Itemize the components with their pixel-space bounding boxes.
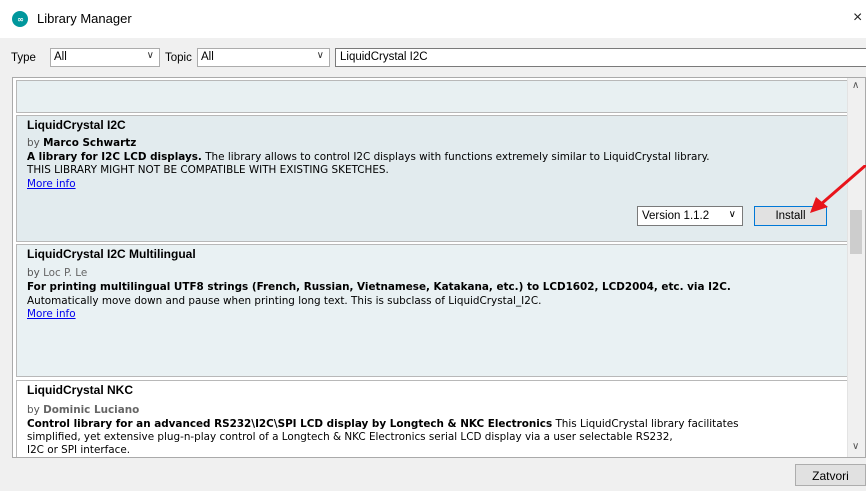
- topic-select-value: All: [201, 51, 214, 63]
- library-item-liquidcrystal-i2c-multilingual[interactable]: LiquidCrystal I2C Multilingual by Loc P.…: [16, 244, 848, 377]
- title-bar: ∞ Library Manager ×: [0, 0, 866, 38]
- type-select[interactable]: All ∨: [50, 48, 160, 67]
- scroll-down-icon[interactable]: ∨: [852, 441, 859, 452]
- chevron-down-icon: ∨: [316, 50, 324, 61]
- library-name: LiquidCrystal NKC: [27, 383, 134, 397]
- more-info-link[interactable]: More info: [27, 308, 76, 321]
- library-description: A library for I2C LCD displays. The libr…: [27, 151, 710, 163]
- library-description-continued: I2C or SPI interface.: [27, 444, 131, 456]
- library-name: LiquidCrystal I2C: [27, 118, 126, 132]
- author-name: Dominic Luciano: [43, 404, 140, 416]
- scroll-up-icon[interactable]: ∧: [852, 80, 859, 91]
- vertical-scrollbar[interactable]: ∧ ∨: [847, 78, 865, 457]
- arduino-logo-icon: ∞: [12, 11, 28, 27]
- search-input[interactable]: LiquidCrystal I2C: [335, 48, 866, 67]
- author-name: Marco Schwartz: [43, 137, 137, 149]
- version-select[interactable]: Version 1.1.2 ∨: [637, 206, 743, 226]
- library-author: by Dominic Luciano: [27, 404, 140, 416]
- chevron-down-icon: ∨: [146, 50, 154, 61]
- annotation-arrow-icon: [810, 165, 866, 213]
- library-list[interactable]: LiquidCrystal I2C by Marco Schwartz A li…: [12, 77, 866, 458]
- library-warning: THIS LIBRARY MIGHT NOT BE COMPATIBLE WIT…: [27, 164, 389, 176]
- topic-select[interactable]: All ∨: [197, 48, 330, 67]
- library-summary: For printing multilingual UTF8 strings (…: [27, 281, 731, 293]
- library-item-liquidcrystal-nkc[interactable]: LiquidCrystal NKC by Dominic Luciano Con…: [16, 380, 848, 457]
- author-name: Loc P. Le: [43, 267, 88, 279]
- chevron-down-icon: ∨: [728, 209, 736, 220]
- close-button[interactable]: Zatvori: [795, 464, 866, 486]
- topic-label: Topic: [165, 52, 192, 64]
- library-name: LiquidCrystal I2C Multilingual: [27, 247, 196, 261]
- more-info-link[interactable]: More info: [27, 178, 76, 191]
- library-description-continued: simplified, yet extensive plug-n-play co…: [27, 431, 673, 443]
- window-title: Library Manager: [37, 11, 132, 26]
- type-select-value: All: [54, 51, 67, 63]
- library-author: by Marco Schwartz: [27, 137, 137, 149]
- library-description: Automatically move down and pause when p…: [27, 295, 542, 307]
- library-description: Control library for an advanced RS232\I2…: [27, 418, 739, 430]
- library-item-liquidcrystal-i2c[interactable]: LiquidCrystal I2C by Marco Schwartz A li…: [16, 115, 848, 242]
- type-label: Type: [11, 52, 36, 64]
- list-item[interactable]: [16, 80, 848, 113]
- version-select-value: Version 1.1.2: [642, 210, 710, 222]
- library-author: by Loc P. Le: [27, 267, 88, 279]
- close-window-icon[interactable]: ×: [853, 9, 862, 27]
- filter-bar: Type All ∨ Topic All ∨ LiquidCrystal I2C: [0, 38, 866, 74]
